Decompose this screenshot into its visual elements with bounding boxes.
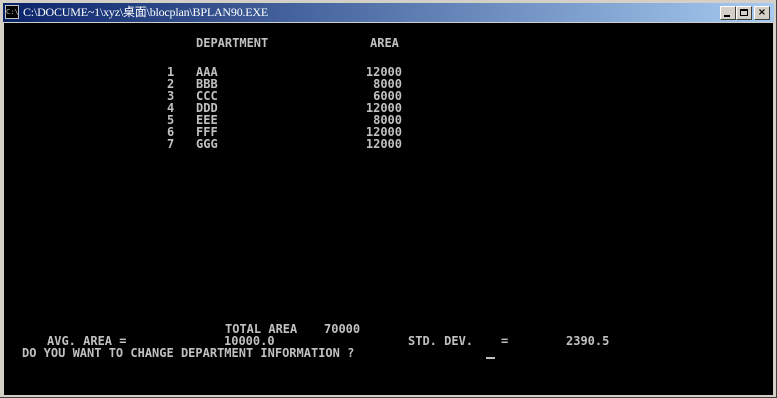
- maximize-icon: [740, 9, 748, 16]
- change-info-prompt: DO YOU WANT TO CHANGE DEPARTMENT INFORMA…: [22, 346, 355, 360]
- std-dev-label: STD. DEV.: [408, 334, 474, 348]
- console-app-icon[interactable]: C:\: [5, 5, 19, 19]
- close-icon: ×: [757, 7, 767, 18]
- department-name: GGG: [196, 137, 218, 151]
- close-button[interactable]: ×: [754, 6, 770, 20]
- console-window: C:\ C:\DOCUME~1\xyz\桌面\blocplan\BPLAN90.…: [0, 0, 777, 398]
- minimize-icon: [724, 15, 730, 17]
- total-area-value: 70000: [324, 322, 361, 336]
- title-bar[interactable]: C:\ C:\DOCUME~1\xyz\桌面\blocplan\BPLAN90.…: [3, 3, 774, 22]
- std-dev-value: 2390.5: [566, 334, 610, 348]
- text-cursor: [486, 357, 495, 359]
- window-title: C:\DOCUME~1\xyz\桌面\blocplan\BPLAN90.EXE: [23, 5, 269, 19]
- department-column-header: DEPARTMENT: [196, 36, 269, 50]
- department-number: 7: [167, 137, 175, 151]
- std-dev-equals: =: [501, 334, 509, 348]
- minimize-button[interactable]: [720, 6, 736, 20]
- department-area: 12000: [365, 137, 402, 151]
- area-column-header: AREA: [370, 36, 399, 50]
- maximize-button[interactable]: [736, 6, 752, 20]
- console-output[interactable]: DEPARTMENT AREA 1 AAA 12000 2 BBB 8000 3…: [4, 23, 773, 395]
